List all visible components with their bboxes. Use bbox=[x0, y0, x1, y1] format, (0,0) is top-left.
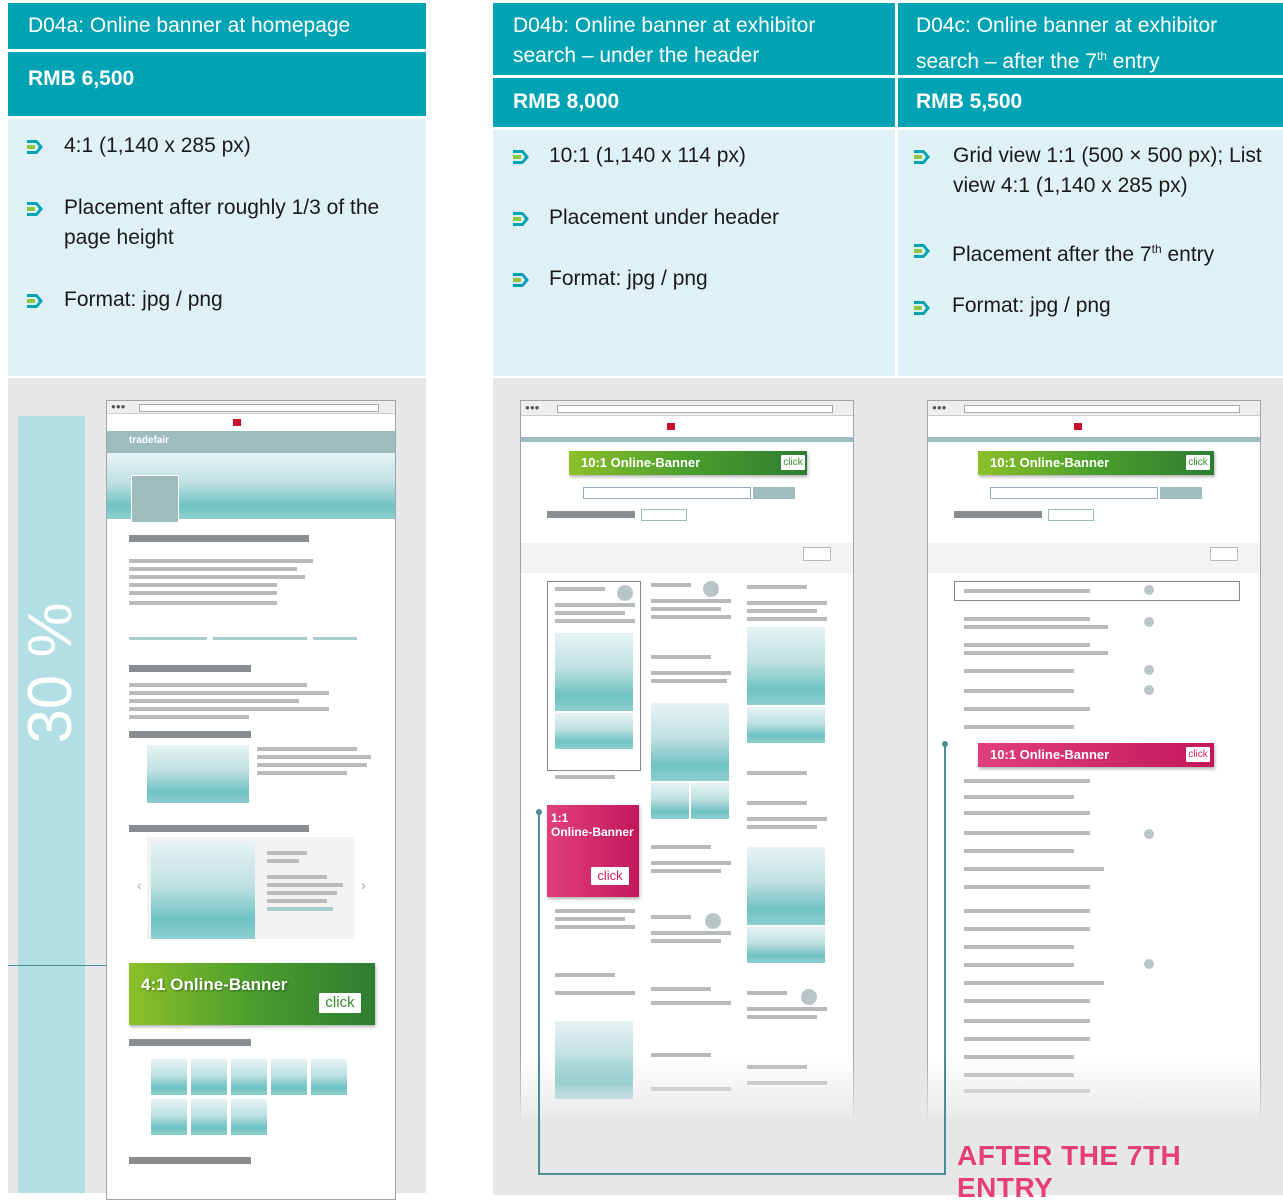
chevron-left-icon[interactable]: ‹ bbox=[137, 877, 142, 893]
text-line bbox=[129, 665, 251, 672]
text-line bbox=[129, 637, 207, 640]
bullet-text: Format: jpg / png bbox=[952, 294, 1111, 317]
arrow-bullet-icon bbox=[27, 294, 43, 308]
browser-frame: ●●● tradefair ‹ › 4:1 Online-Banner clic… bbox=[106, 400, 396, 1200]
percent-label: 30 % bbox=[16, 602, 85, 744]
text-line bbox=[129, 583, 277, 587]
bullet-text: Placement after roughly 1/3 of the page … bbox=[64, 196, 380, 249]
address-bar bbox=[139, 404, 379, 412]
column-title: D04a: Online banner at homepage bbox=[8, 3, 426, 49]
text-line bbox=[129, 707, 329, 711]
thumbnail bbox=[151, 1099, 187, 1135]
text-line bbox=[267, 907, 333, 911]
hero-widget bbox=[131, 475, 179, 523]
arrow-bullet-icon bbox=[914, 150, 930, 164]
thumbnail bbox=[231, 1059, 267, 1095]
bullet-text: Format: jpg / png bbox=[64, 288, 223, 311]
bullet-text: Placement after the 7th entry bbox=[952, 242, 1215, 266]
text-line bbox=[313, 637, 357, 640]
text-line bbox=[267, 883, 343, 887]
text-line bbox=[267, 875, 327, 879]
text-line bbox=[213, 637, 307, 640]
banner-label: 4:1 Online-Banner bbox=[141, 975, 288, 994]
column-price: RMB 6,500 bbox=[8, 52, 426, 116]
text-line bbox=[267, 899, 327, 903]
thumbnail bbox=[151, 1059, 187, 1095]
column-price: RMB 8,000 bbox=[493, 78, 895, 127]
text-line bbox=[257, 755, 371, 759]
text-line bbox=[129, 699, 299, 703]
arrow-bullet-icon bbox=[27, 140, 43, 154]
text-line bbox=[129, 601, 277, 605]
text-line bbox=[267, 859, 299, 863]
site-logo-text: tradefair bbox=[129, 435, 170, 446]
text-line bbox=[257, 763, 367, 767]
text-line bbox=[129, 731, 251, 738]
text-line bbox=[129, 1039, 251, 1046]
text-line bbox=[129, 1157, 251, 1164]
site-header bbox=[107, 414, 395, 430]
text-line bbox=[129, 567, 297, 571]
arrow-bullet-icon bbox=[27, 202, 43, 216]
bullet-text: Grid view 1:1 (500 × 500 px); List view … bbox=[953, 144, 1262, 197]
homepage-mockup: 30 % ●●● tradefair ‹ › 4:1 Online-Banner… bbox=[8, 378, 426, 1200]
column-price: RMB 5,500 bbox=[898, 78, 1283, 127]
text-line bbox=[129, 691, 329, 695]
after-entry-label: AFTER THE 7TH ENTRY bbox=[957, 1140, 1182, 1203]
text-line bbox=[129, 575, 305, 579]
connector-line bbox=[536, 741, 948, 1175]
placement-line bbox=[8, 965, 116, 966]
column-description: Grid view 1:1 (500 × 500 px); List view … bbox=[898, 130, 1283, 376]
text-line bbox=[129, 535, 309, 542]
arrow-bullet-icon bbox=[513, 273, 529, 287]
chevron-right-icon[interactable]: › bbox=[361, 877, 366, 893]
column-title: D04c: Online banner at exhibitor search … bbox=[898, 3, 1283, 75]
text-line bbox=[267, 891, 337, 895]
percent-bar bbox=[18, 416, 85, 1193]
bullet-text: Placement under header bbox=[549, 206, 779, 229]
text-line bbox=[129, 825, 309, 832]
text-line bbox=[129, 715, 249, 719]
column-d04a: D04a: Online banner at homepage RMB 6,50… bbox=[8, 0, 426, 1200]
text-line bbox=[267, 851, 307, 855]
text-line bbox=[129, 683, 307, 687]
bullet-text: 10:1 (1,140 x 114 px) bbox=[549, 144, 746, 167]
thumbnail bbox=[271, 1059, 307, 1095]
text-line bbox=[129, 591, 277, 595]
column-description: 10:1 (1,140 x 114 px) Placement under he… bbox=[493, 130, 895, 376]
content-image bbox=[147, 745, 249, 803]
browser-dots: ●●● bbox=[111, 402, 126, 411]
text-line bbox=[129, 559, 313, 563]
carousel-image bbox=[151, 841, 255, 939]
site-logo bbox=[233, 419, 241, 426]
arrow-bullet-icon bbox=[914, 244, 930, 258]
bullet-text: 4:1 (1,140 x 285 px) bbox=[64, 134, 251, 157]
exhibitor-search-mockup: ●●● 10:1 Online-Banner click 1:1 Online-… bbox=[493, 378, 1283, 1203]
thumbnail bbox=[191, 1059, 227, 1095]
arrow-bullet-icon bbox=[914, 301, 930, 315]
click-button[interactable]: click bbox=[319, 993, 361, 1013]
thumbnail bbox=[231, 1099, 267, 1135]
column-title: D04b: Online banner at exhibitor search … bbox=[493, 3, 895, 75]
thumbnail bbox=[191, 1099, 227, 1135]
banner-4-1[interactable]: 4:1 Online-Banner click bbox=[129, 963, 375, 1025]
column-description: 4:1 (1,140 x 285 px) Placement after rou… bbox=[8, 119, 426, 376]
thumbnail bbox=[311, 1059, 347, 1095]
text-line bbox=[257, 747, 357, 751]
bullet-text: Format: jpg / png bbox=[549, 267, 708, 290]
arrow-bullet-icon bbox=[513, 212, 529, 226]
arrow-bullet-icon bbox=[513, 150, 529, 164]
text-line bbox=[257, 771, 347, 775]
